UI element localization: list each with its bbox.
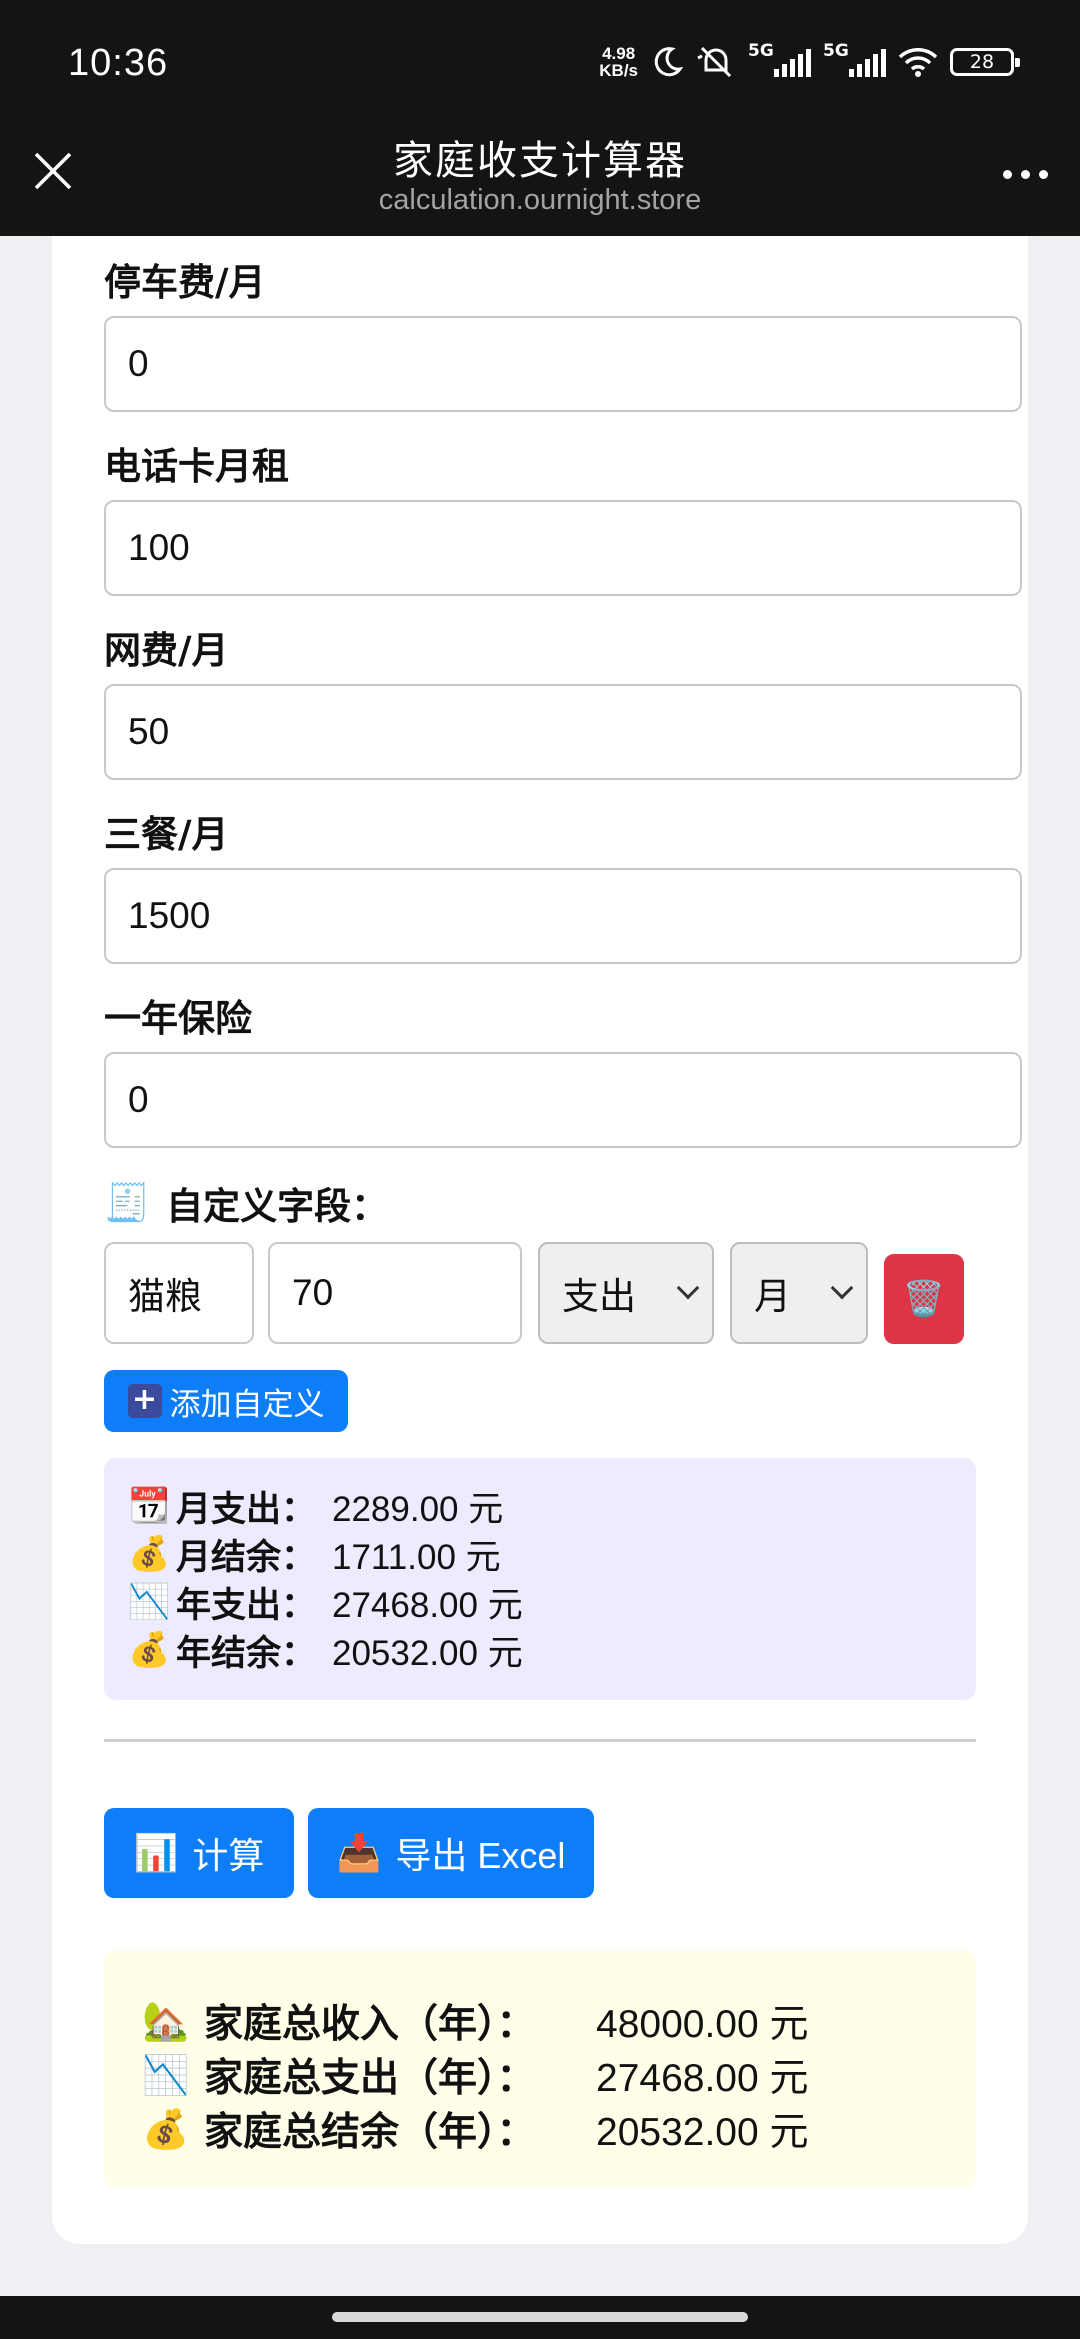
- home-gesture-handle[interactable]: [332, 2312, 748, 2322]
- status-bar: 10:36 4.98 KB/s 5G 5G 28: [0, 0, 1080, 118]
- custom-fields-heading: 🧾 自定义字段：: [104, 1176, 388, 1230]
- page-title: 家庭收支计算器: [393, 138, 687, 184]
- money-bag-icon: 💰: [128, 1630, 171, 1670]
- add-custom-button[interactable]: + 添加自定义: [104, 1370, 348, 1432]
- signal-sim2-icon: 5G: [823, 41, 886, 77]
- insurance-input[interactable]: 0: [104, 1052, 1022, 1148]
- phone-fee-label: 电话卡月租: [104, 445, 289, 488]
- internet-fee-label: 网费/月: [104, 629, 229, 672]
- total-row: 🏡 家庭总收入（年）： 48000.00 元: [142, 1998, 809, 2048]
- chevron-down-icon: [830, 1276, 854, 1300]
- money-bag-icon: 💰: [128, 1534, 171, 1574]
- status-time: 10:36: [68, 42, 169, 84]
- total-row: 📉 家庭总支出（年）： 27468.00 元: [142, 2052, 809, 2102]
- chart-decreasing-icon: 📉: [128, 1582, 171, 1622]
- annual-totals: 🏡 家庭总收入（年）： 48000.00 元 📉 家庭总支出（年）： 27468…: [104, 1950, 976, 2188]
- chevron-down-icon: [676, 1276, 700, 1300]
- browser-app-bar: 家庭收支计算器 calculation.ournight.store: [0, 118, 1080, 236]
- summary-row: 💰 年结余： 20532.00 元: [128, 1630, 523, 1674]
- chart-decreasing-icon: 📉: [142, 2052, 190, 2097]
- wifi-icon: [898, 48, 938, 77]
- delete-custom-button[interactable]: 🗑️: [884, 1254, 964, 1344]
- total-row: 💰 家庭总结余（年）： 20532.00 元: [142, 2106, 809, 2156]
- divider: [104, 1739, 976, 1742]
- monthly-summary: 📆 月支出： 2289.00 元 💰 月结余： 1711.00 元 📉 年支出：…: [104, 1458, 976, 1700]
- signal-sim1-icon: 5G: [748, 41, 811, 77]
- custom-fields-title: 自定义字段：: [166, 1185, 389, 1228]
- inbox-tray-icon: 📥: [336, 1833, 382, 1874]
- meals-input[interactable]: 1500: [104, 868, 1022, 964]
- phone-fee-input[interactable]: 100: [104, 500, 1022, 596]
- moon-icon: [654, 47, 684, 77]
- add-custom-label: 添加自定义: [169, 1386, 325, 1423]
- custom-period-select[interactable]: 月: [730, 1242, 868, 1344]
- custom-type-select[interactable]: 支出: [538, 1242, 714, 1344]
- house-icon: 🏡: [142, 1998, 190, 2043]
- insurance-label: 一年保险: [104, 997, 252, 1040]
- summary-row: 💰 月结余： 1711.00 元: [128, 1534, 501, 1578]
- more-options-icon[interactable]: [1003, 170, 1048, 179]
- bar-chart-icon: 📊: [133, 1833, 179, 1874]
- meals-label: 三餐/月: [104, 813, 229, 856]
- custom-amount-input[interactable]: 70: [268, 1242, 522, 1344]
- page-url: calculation.ournight.store: [378, 184, 702, 216]
- receipt-icon: 🧾: [104, 1181, 151, 1224]
- custom-name-input[interactable]: 猫粮: [104, 1242, 254, 1344]
- status-icons: 4.98 KB/s 5G 5G 28: [599, 41, 1020, 80]
- network-speed: 4.98 KB/s: [599, 44, 638, 80]
- navigation-bar: [0, 2296, 1080, 2339]
- money-bag-icon: 💰: [142, 2106, 190, 2151]
- internet-fee-input[interactable]: 50: [104, 684, 1022, 780]
- summary-row: 📉 年支出： 27468.00 元: [128, 1582, 523, 1626]
- battery-icon: 28: [950, 48, 1020, 76]
- calculate-button[interactable]: 📊 计算: [104, 1808, 294, 1898]
- export-excel-button[interactable]: 📥 导出 Excel: [308, 1808, 594, 1898]
- trash-icon: 🗑️: [902, 1279, 946, 1319]
- parking-fee-input[interactable]: 0: [104, 316, 1022, 412]
- muted-bell-icon: [697, 46, 732, 78]
- calendar-icon: 📆: [128, 1486, 171, 1526]
- parking-fee-label: 停车费/月: [104, 261, 266, 304]
- summary-row: 📆 月支出： 2289.00 元: [128, 1486, 504, 1530]
- plus-icon: +: [127, 1384, 162, 1418]
